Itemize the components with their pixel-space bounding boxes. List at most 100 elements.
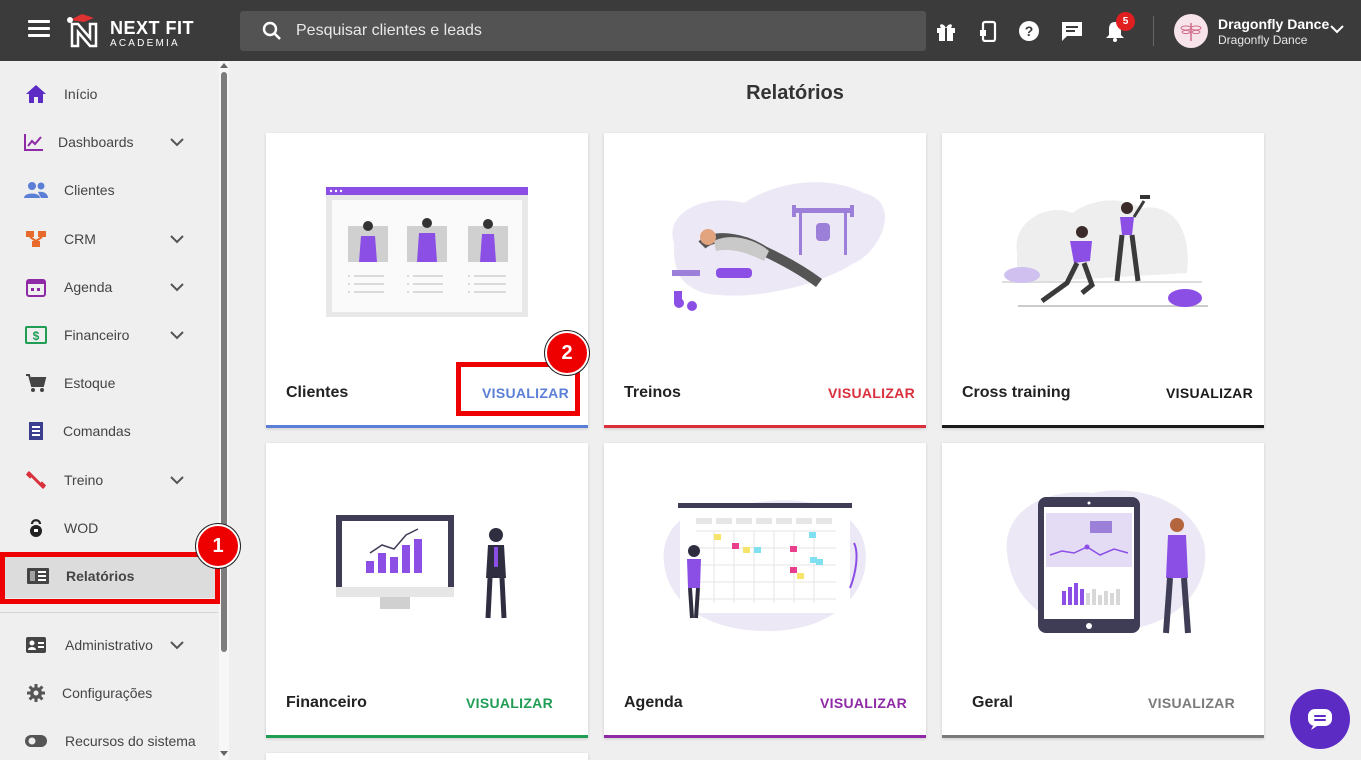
avatar[interactable]	[1174, 14, 1208, 48]
schedule-illustration	[663, 500, 866, 632]
sidebar-item-label: Comandas	[63, 423, 131, 439]
scroll-down-arrow[interactable]	[220, 751, 228, 756]
sidebar: Início Dashboards Clientes CRM Agenda $ …	[0, 61, 218, 760]
top-bar: NEXT FIT ACADEMIA ? 5 Dragonfly Dance Dr…	[0, 0, 1361, 61]
sidebar-item-label: Dashboards	[58, 134, 134, 150]
id-card-icon	[24, 633, 48, 657]
sidebar-item-configuracoes[interactable]: Configurações	[0, 671, 218, 715]
visualizar-button[interactable]: VISUALIZAR	[828, 385, 915, 401]
card-title: Financeiro	[286, 694, 367, 711]
sidebar-item-agenda[interactable]: Agenda	[0, 265, 218, 309]
sidebar-item-treino[interactable]: Treino	[0, 458, 218, 502]
card-title: Cross training	[962, 384, 1071, 401]
report-card-treinos[interactable]: Treinos VISUALIZAR	[604, 133, 926, 428]
divider	[0, 612, 218, 613]
sidebar-item-label: WOD	[64, 520, 99, 536]
logo-icon	[67, 14, 98, 48]
page-title: Relatórios	[746, 82, 844, 104]
gift-icon[interactable]	[933, 18, 959, 44]
report-card-cross-training[interactable]: Cross training VISUALIZAR	[942, 133, 1264, 428]
chevron-down-icon[interactable]	[170, 282, 184, 292]
visualizar-button[interactable]: VISUALIZAR	[1166, 385, 1253, 401]
card-accent-bar	[604, 425, 926, 428]
chevron-down-icon[interactable]	[170, 640, 184, 650]
receipt-icon	[24, 419, 48, 443]
card-title: Clientes	[286, 384, 349, 401]
visualizar-button[interactable]: VISUALIZAR	[466, 695, 553, 711]
sidebar-item-label: CRM	[64, 231, 96, 247]
home-icon	[24, 82, 48, 106]
sidebar-item-estoque[interactable]: Estoque	[0, 361, 218, 405]
sidebar-item-wod[interactable]: WOD	[0, 506, 218, 550]
sidebar-item-inicio[interactable]: Início	[0, 72, 218, 116]
scroll-up-arrow[interactable]	[220, 63, 228, 68]
logo[interactable]: NEXT FIT ACADEMIA	[64, 10, 204, 52]
calendar-icon	[24, 275, 48, 299]
chat-button[interactable]	[1290, 689, 1350, 749]
people-icon	[24, 178, 48, 202]
gear-icon	[24, 681, 48, 705]
workout-illustration	[672, 182, 886, 311]
chart-line-icon	[22, 130, 46, 154]
card-accent-bar	[604, 735, 926, 738]
sidebar-item-recursos[interactable]: Recursos do sistema	[0, 719, 218, 760]
chat-icon	[1308, 709, 1332, 730]
card-accent-bar	[266, 425, 588, 428]
sidebar-item-label: Clientes	[64, 182, 115, 198]
dragonfly-icon	[1180, 23, 1202, 41]
report-card-agenda[interactable]: Agenda VISUALIZAR	[604, 443, 926, 738]
clients-illustration	[326, 187, 528, 317]
report-card-financeiro[interactable]: Financeiro VISUALIZAR	[266, 443, 588, 738]
sidebar-item-label: Financeiro	[64, 327, 130, 343]
user-name[interactable]: Dragonfly Dance	[1218, 16, 1329, 32]
search-input[interactable]	[296, 22, 876, 40]
cross-training-illustration	[1002, 195, 1208, 307]
card-title: Agenda	[624, 694, 683, 711]
chevron-down-icon[interactable]	[170, 330, 184, 340]
chevron-down-icon[interactable]	[1330, 24, 1344, 34]
user-subtitle: Dragonfly Dance	[1218, 33, 1308, 47]
money-icon: $	[24, 323, 48, 347]
visualizar-button[interactable]: VISUALIZAR	[1148, 695, 1235, 711]
card-accent-bar	[942, 735, 1264, 738]
card-title: Treinos	[624, 384, 681, 401]
menu-icon[interactable]	[28, 20, 50, 40]
sidebar-item-crm[interactable]: CRM	[0, 217, 218, 261]
help-icon[interactable]: ?	[1016, 18, 1042, 44]
general-report-illustration	[1006, 490, 1206, 634]
chevron-down-icon[interactable]	[170, 475, 184, 485]
sidebar-item-dashboards[interactable]: Dashboards	[0, 120, 218, 164]
sidebar-item-label: Administrativo	[65, 637, 153, 653]
sidebar-item-clientes[interactable]: Clientes	[0, 168, 218, 212]
svg-text:?: ?	[1025, 23, 1034, 39]
step-marker-2: 2	[545, 331, 589, 375]
divider	[1153, 16, 1154, 46]
search-icon	[262, 21, 281, 40]
sidebar-item-label: Configurações	[62, 685, 153, 701]
report-card-partial[interactable]	[266, 753, 588, 760]
sidebar-item-administrativo[interactable]: Administrativo	[0, 623, 218, 667]
sidebar-item-comandas[interactable]: Comandas	[0, 409, 218, 453]
visualizar-button[interactable]: VISUALIZAR	[820, 695, 907, 711]
finance-illustration	[336, 515, 507, 619]
sidebar-item-financeiro[interactable]: $ Financeiro	[0, 313, 218, 357]
message-icon[interactable]	[1059, 18, 1085, 44]
svg-text:$: $	[33, 329, 40, 343]
crm-icon	[24, 227, 48, 251]
logo-text: NEXT FIT	[110, 18, 194, 38]
sidebar-item-label: Estoque	[64, 375, 116, 391]
notification-badge: 5	[1116, 12, 1135, 31]
step-marker-1: 1	[196, 524, 240, 568]
sidebar-item-label: Início	[64, 86, 98, 102]
sidebar-item-label: Treino	[64, 472, 104, 488]
sidebar-item-label: Recursos do sistema	[65, 733, 196, 749]
card-accent-bar	[266, 735, 588, 738]
kettlebell-icon	[24, 516, 48, 540]
chevron-down-icon[interactable]	[170, 137, 184, 147]
mobile-icon[interactable]	[975, 18, 1001, 44]
report-card-geral[interactable]: Geral VISUALIZAR	[942, 443, 1264, 738]
logo-subtext: ACADEMIA	[110, 38, 180, 49]
highlight-box	[0, 552, 220, 604]
search-bar[interactable]	[240, 11, 926, 51]
chevron-down-icon[interactable]	[170, 234, 184, 244]
